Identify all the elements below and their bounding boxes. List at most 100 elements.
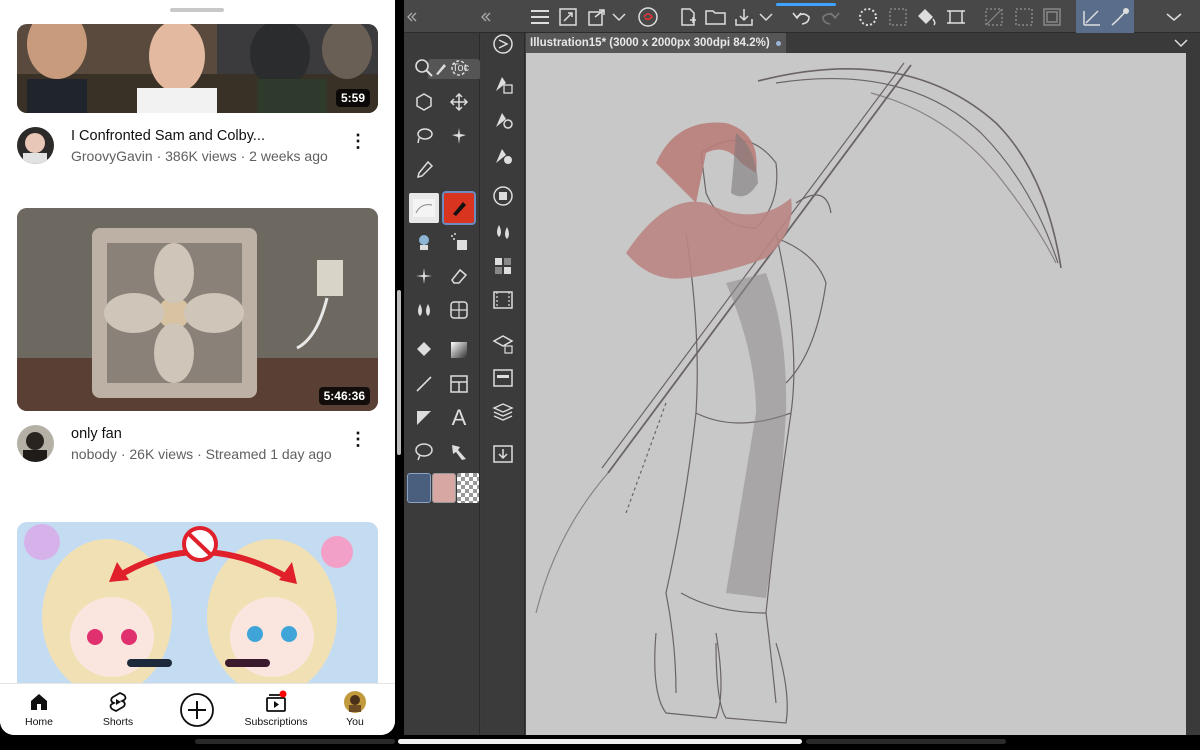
chevron-down-icon[interactable] [1171,33,1191,53]
layer-property-icon[interactable] [488,329,518,359]
quick-access-icon[interactable] [636,5,660,29]
video-duration: 5:46:36 [318,387,370,405]
open-folder-icon[interactable] [704,5,728,29]
video-title[interactable]: I Confronted Sam and Colby... [71,127,341,145]
video-subtitle: nobody · 26K views · Streamed 1 day ago [71,446,332,462]
drawing-canvas[interactable] [526,53,1186,735]
loading-spinner-icon[interactable] [856,5,880,29]
frame-border-icon[interactable] [444,369,474,399]
balloon-tool-icon[interactable] [409,437,439,467]
lasso-tool-icon[interactable] [409,121,439,151]
undo-icon[interactable] [790,5,814,29]
nav-subscriptions[interactable]: Subscriptions [241,684,311,735]
nav-you[interactable]: You [320,684,390,735]
pen-tool-icon[interactable] [409,193,439,223]
sub-color-swatch[interactable] [432,473,456,503]
bottom-navigation: Home Shorts Subscriptions You [0,683,395,735]
home-indicator-left [195,739,395,744]
tool-palette: Toc A [404,33,480,735]
color-mix-icon[interactable] [488,217,518,247]
selection-invert-icon[interactable] [982,5,1006,29]
nav-create[interactable] [162,684,232,735]
chevron-down-icon[interactable] [611,5,627,29]
nav-shorts[interactable]: Shorts [83,684,153,735]
video-thumbnail-2[interactable]: 5:46:36 [17,208,378,411]
document-tab[interactable]: Illustration15* (3000 x 2000px 300dpi 84… [526,33,786,53]
rotate-tool-icon[interactable] [444,53,474,83]
magic-wand-icon[interactable] [444,121,474,151]
brush-tool-icon[interactable] [442,191,476,225]
navigator-icon[interactable] [488,29,518,59]
correct-line-icon[interactable] [444,437,474,467]
move-tool-icon[interactable] [444,87,474,117]
material-icon[interactable] [488,439,518,469]
chevron-down-icon[interactable] [758,5,774,29]
video-meta-2[interactable]: only fan nobody · 26K views · Streamed 1… [17,425,378,481]
new-file-icon[interactable] [676,5,700,29]
unsaved-indicator [776,41,781,46]
object-tool-icon[interactable] [409,87,439,117]
collapse-left-icon[interactable] [480,5,492,29]
more-options-icon[interactable]: ⋮ [348,427,368,451]
home-indicator-right [806,739,1006,744]
nav-home[interactable]: Home [4,684,74,735]
stabilizer-pen-icon[interactable] [1108,5,1132,29]
video-title[interactable]: only fan [71,425,341,443]
text-tool-icon[interactable]: A [444,403,474,433]
airbrush-icon[interactable] [444,227,474,257]
timeline-icon[interactable] [488,285,518,315]
ruler-snap-icon[interactable] [1080,5,1104,29]
eraser-icon[interactable] [444,261,474,291]
brush-size-icon[interactable] [488,141,518,171]
nav-label: Shorts [102,716,134,728]
nav-label: You [346,716,364,728]
split-view-divider[interactable] [397,290,401,455]
more-options-icon[interactable]: ⋮ [348,129,368,153]
fill-tool-icon[interactable] [409,335,439,365]
layer-search-icon[interactable] [488,363,518,393]
zoom-tool-icon[interactable] [409,53,439,83]
video-meta-1[interactable]: I Confronted Sam and Colby... GroovyGavi… [17,127,378,167]
layer-frame-icon[interactable] [1040,5,1064,29]
gradient-tool-icon[interactable] [444,335,474,365]
tool-settings-icon[interactable] [488,105,518,135]
channel-avatar[interactable] [17,127,54,164]
youtube-pane: 5:59 I Confronted Sam and Colby... Groov… [0,0,395,735]
layers-icon[interactable] [488,397,518,427]
clear-selection-icon[interactable] [886,5,910,29]
decoration-tool-icon[interactable] [409,227,439,257]
blend-tool-icon[interactable] [409,295,439,325]
ruler-tool-icon[interactable] [409,403,439,433]
channel-avatar[interactable] [17,425,54,462]
select-all-icon[interactable] [1012,5,1036,29]
save-icon[interactable] [732,5,756,29]
eyedropper-icon[interactable] [409,155,439,185]
video-subtitle: GroovyGavin · 386K views · 2 weeks ago [71,148,328,164]
fit-canvas-icon[interactable] [556,5,580,29]
drag-handle[interactable] [170,8,224,12]
nav-label: Subscriptions [244,716,308,728]
create-plus-icon [180,693,214,727]
line-tool-icon[interactable] [409,369,439,399]
main-color-swatch[interactable] [407,473,431,503]
menu-icon[interactable] [528,5,552,29]
video-duration: 5:59 [335,89,370,107]
fill-bucket-icon[interactable] [914,5,938,29]
crop-icon[interactable] [944,5,968,29]
video-thumbnail-1[interactable]: 5:59 [17,24,378,113]
sub-tool-icon[interactable] [488,69,518,99]
collapse-left-icon[interactable] [406,5,418,29]
chevron-down-icon[interactable] [1164,5,1184,29]
subscriptions-icon [266,690,287,712]
command-palette [481,33,525,735]
redo-icon[interactable] [818,5,842,29]
home-indicator[interactable] [398,739,802,744]
figure-ruler-icon[interactable] [444,295,474,325]
transparent-color-swatch[interactable] [457,473,479,503]
nav-label: Home [24,716,53,728]
sparkle-tool-icon[interactable] [409,261,439,291]
transform-icon[interactable] [585,5,609,29]
color-wheel-icon[interactable] [488,181,518,211]
video-thumbnail-3[interactable] [17,522,378,683]
color-set-icon[interactable] [488,251,518,281]
